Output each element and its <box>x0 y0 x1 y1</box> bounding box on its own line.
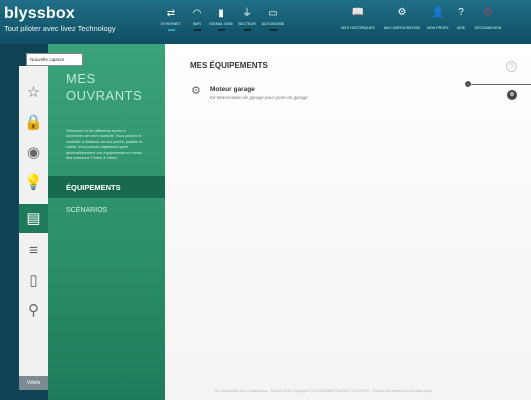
status-ethernet: ⇄ ETHERNET <box>158 8 184 31</box>
garage-motor-icon: ⚙ <box>191 85 201 97</box>
nav-label: AIDE <box>456 26 466 30</box>
status-indicator <box>269 29 277 31</box>
nav-profil[interactable]: 👤 MON PROFIL <box>426 6 450 30</box>
nav-label: MON PROFIL <box>426 26 450 30</box>
status-label: SIGNAL GSM <box>209 22 233 26</box>
app-frame: blyssbox Tout piloter avec livez Technol… <box>0 0 531 400</box>
section-description: Retrouvez ici les différents accès et ou… <box>66 129 143 161</box>
profile-icon: 👤 <box>431 7 445 18</box>
app-logo: blyssbox <box>4 5 75 22</box>
device-name[interactable]: Moteur garage <box>210 86 255 93</box>
camera-icon[interactable]: ◉ <box>19 138 48 167</box>
device-description: Kit Motorisation de garage pour porte de… <box>210 95 308 100</box>
top-header: blyssbox Tout piloter avec livez Technol… <box>0 0 531 44</box>
status-secteur: ⏚ SECTEUR <box>234 8 260 31</box>
status-label: ETHERNET <box>160 22 182 26</box>
status-indicator <box>217 29 225 31</box>
footer-copyright: En exclusivité chez Castorama - ©2016-20… <box>215 389 433 393</box>
ethernet-icon: ⇄ <box>166 8 176 19</box>
nav-configuration[interactable]: ⚙ MA CONFIGURATION <box>382 6 422 30</box>
app-tagline: Tout piloter avec livez Technology <box>4 24 116 33</box>
bulb-icon[interactable]: 💡 <box>19 168 48 197</box>
power-icon: ⏻ <box>484 7 492 18</box>
status-gsm: ▮ SIGNAL GSM <box>208 8 234 31</box>
clock-icon[interactable]: ◷ <box>506 61 517 72</box>
tag-icon[interactable]: ⚲ <box>19 296 48 325</box>
wifi-icon: ◠ <box>192 8 202 19</box>
section-title-line1: MES <box>66 71 96 86</box>
sidenav-item-equipements[interactable]: ÉQUIPEMENTS <box>48 176 165 198</box>
status-label: AUTONOMIE <box>261 22 285 26</box>
nav-historiques[interactable]: 📖 MES HISTORIQUES <box>340 6 376 30</box>
tooltip-new-capture: Nouvelle capture <box>26 53 83 66</box>
status-wifi: ◠ WIFI <box>184 8 210 31</box>
page-title: MES ÉQUIPEMENTS <box>190 61 268 70</box>
battery-icon: ▭ <box>268 8 278 19</box>
gate-icon[interactable]: ▤ <box>19 204 48 233</box>
category-iconbar: ☆ 🔒 ◉ 💡 ▤ ≡ ▯ ⚲ Volets <box>19 66 49 390</box>
config-icon: ⚙ <box>397 7 407 18</box>
status-indicator <box>167 29 175 31</box>
nav-deconnexion[interactable]: ⏻ DÉCONNEXION <box>472 6 504 30</box>
status-indicator <box>243 29 251 31</box>
plug-icon: ⏚ <box>242 8 252 19</box>
signal-icon: ▮ <box>218 8 224 19</box>
section-title-line2: OUVRANTS <box>66 88 143 103</box>
section-sidenav: MES OUVRANTS Retrouvez ici les différent… <box>48 44 173 400</box>
nav-label: MES HISTORIQUES <box>341 26 375 30</box>
status-indicator <box>193 29 201 31</box>
status-label: WIFI <box>193 22 201 26</box>
lock-icon[interactable]: 🔒 <box>19 108 48 137</box>
globe-icon[interactable]: ⊕ <box>507 90 517 100</box>
sidenav-item-scenarios[interactable]: SCÉNARIOS <box>66 207 107 214</box>
nav-label: DÉCONNEXION <box>474 26 502 30</box>
status-autonomie: ▭ AUTONOMIE <box>260 8 286 31</box>
main-panel: MES ÉQUIPEMENTS ◷ ⚙ Moteur garage Kit Mo… <box>165 44 531 400</box>
shutter-icon[interactable]: ≡ <box>19 236 48 265</box>
sidenav-item-label: ÉQUIPEMENTS <box>66 183 121 192</box>
bin-icon[interactable]: ▯ <box>19 266 48 295</box>
nav-label: MA CONFIGURATION <box>383 26 421 30</box>
slider-line <box>468 84 531 85</box>
help-icon: ? <box>458 7 464 18</box>
status-label: SECTEUR <box>238 22 256 26</box>
star-icon[interactable]: ☆ <box>19 78 48 107</box>
iconbar-bottom-label: Volets <box>19 376 48 390</box>
nav-aide[interactable]: ? AIDE <box>452 6 470 30</box>
book-icon: 📖 <box>351 7 365 18</box>
